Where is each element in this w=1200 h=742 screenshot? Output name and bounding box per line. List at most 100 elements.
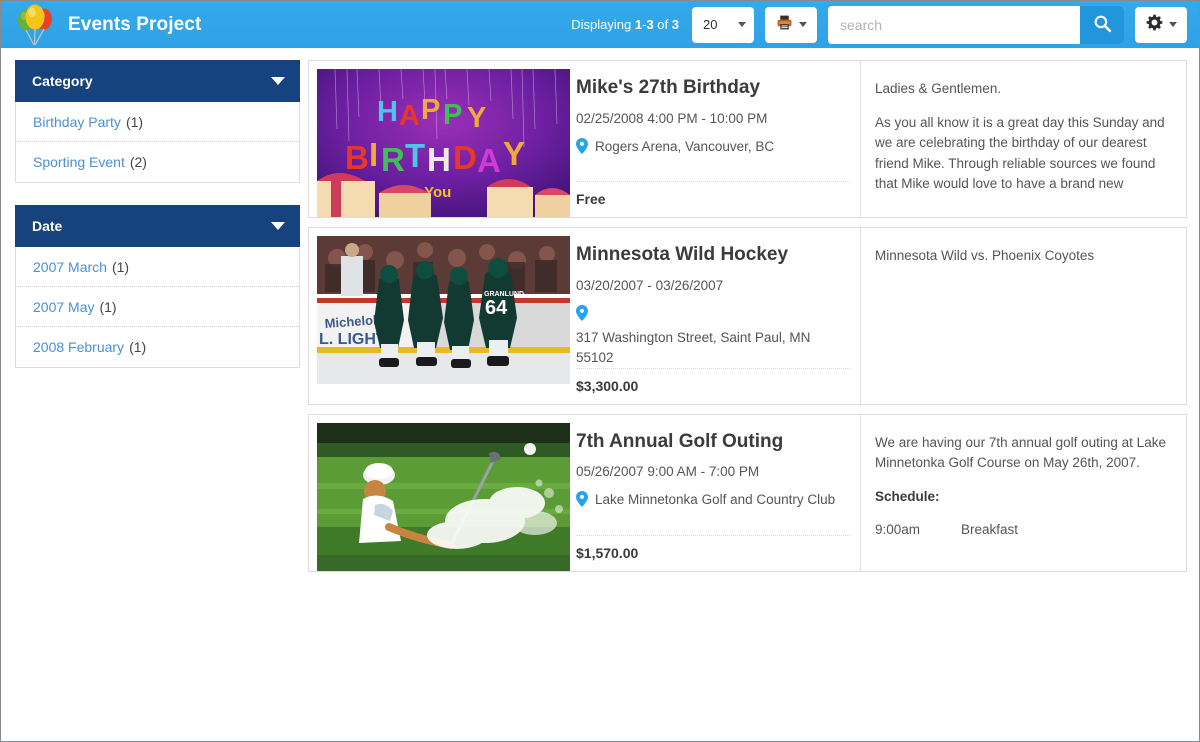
svg-text:Y: Y bbox=[467, 102, 486, 134]
event-title: 7th Annual Golf Outing bbox=[576, 431, 850, 453]
page-content: Category Birthday Party (1) Sporting Eve… bbox=[1, 48, 1199, 581]
event-title: Minnesota Wild Hockey bbox=[576, 244, 850, 266]
chevron-down-icon bbox=[1169, 22, 1177, 27]
page-size-value: 20 bbox=[703, 17, 717, 32]
svg-text:I: I bbox=[369, 136, 378, 173]
event-title: Mike's 27th Birthday bbox=[576, 77, 850, 99]
facet-item-2007-may[interactable]: 2007 May (1) bbox=[16, 287, 299, 327]
header-toolbar: Displaying 1-3 of 3 20 bbox=[571, 6, 1187, 44]
map-pin-icon bbox=[576, 491, 588, 513]
facet-link[interactable]: Sporting Event bbox=[33, 154, 125, 170]
svg-text:L. LIGHT: L. LIGHT bbox=[319, 331, 386, 348]
event-details: 7th Annual Golf Outing 05/26/2007 9:00 A… bbox=[562, 415, 860, 571]
settings-button[interactable] bbox=[1135, 7, 1187, 43]
search-button[interactable] bbox=[1080, 6, 1124, 44]
displaying-from: 1 bbox=[635, 17, 642, 32]
svg-text:H: H bbox=[427, 141, 451, 178]
app-window: Events Project Displaying 1-3 of 3 20 bbox=[0, 0, 1200, 742]
facet-item-2008-february[interactable]: 2008 February (1) bbox=[16, 327, 299, 367]
facet-link[interactable]: 2007 May bbox=[33, 299, 94, 315]
schedule-time: 9:00am bbox=[875, 520, 937, 541]
chevron-down-icon bbox=[738, 22, 746, 27]
event-date: 03/20/2007 - 03/26/2007 bbox=[576, 278, 850, 293]
event-location: Lake Minnetonka Golf and Country Club bbox=[576, 490, 850, 513]
displaying-of: of bbox=[657, 17, 668, 32]
hockey-photo: Michelob L. LIGHT bbox=[317, 236, 570, 384]
facet-item-2007-march[interactable]: 2007 March (1) bbox=[16, 247, 299, 287]
facet-panel-category-body: Birthday Party (1) Sporting Event (2) bbox=[15, 102, 300, 183]
golf-photo bbox=[317, 423, 570, 571]
event-description-paragraph: Minnesota Wild vs. Phoenix Coyotes bbox=[875, 246, 1172, 267]
facet-link[interactable]: Birthday Party bbox=[33, 114, 121, 130]
facet-link[interactable]: 2008 February bbox=[33, 339, 124, 355]
event-description-paragraph: We are having our 7th annual golf outing… bbox=[875, 433, 1172, 474]
app-title: Events Project bbox=[68, 14, 201, 36]
facet-panel-category-header[interactable]: Category bbox=[15, 60, 300, 102]
event-price: $3,300.00 bbox=[576, 368, 850, 404]
event-price: Free bbox=[576, 181, 850, 217]
event-location: 317 Washington Street, Saint Paul, MN 55… bbox=[576, 304, 850, 368]
caret-down-icon bbox=[271, 222, 285, 230]
svg-text:H: H bbox=[377, 96, 398, 128]
svg-text:A: A bbox=[399, 100, 420, 132]
balloons-icon bbox=[15, 3, 55, 47]
event-card[interactable]: 7th Annual Golf Outing 05/26/2007 9:00 A… bbox=[308, 414, 1187, 572]
facet-panel-date-body: 2007 March (1) 2007 May (1) 2008 Februar… bbox=[15, 247, 300, 368]
event-description-paragraph: As you all know it is a great day this S… bbox=[875, 113, 1172, 195]
gear-icon bbox=[1146, 14, 1163, 36]
facet-count: (1) bbox=[112, 259, 129, 275]
map-pin-icon bbox=[576, 305, 850, 327]
svg-text:P: P bbox=[443, 99, 462, 131]
facet-panel-date: Date 2007 March (1) 2007 May (1) 2008 Fe… bbox=[15, 205, 300, 368]
svg-text:A: A bbox=[477, 142, 501, 179]
svg-text:B: B bbox=[345, 139, 369, 176]
event-schedule-row: 9:00am Breakfast bbox=[875, 520, 1172, 541]
facet-count: (1) bbox=[99, 299, 116, 315]
displaying-status: Displaying 1-3 of 3 bbox=[571, 17, 679, 32]
search-input[interactable] bbox=[828, 6, 1080, 44]
magnifier-icon bbox=[1093, 14, 1112, 36]
event-thumbnail: Michelob L. LIGHT bbox=[309, 228, 562, 404]
event-description: Ladies & Gentlemen. As you all know it i… bbox=[860, 61, 1186, 217]
event-location-text: Lake Minnetonka Golf and Country Club bbox=[595, 490, 835, 510]
birthday-photo: H A P P Y B I R T H bbox=[317, 69, 570, 217]
facet-sidebar: Category Birthday Party (1) Sporting Eve… bbox=[15, 60, 300, 390]
facet-panel-category-title: Category bbox=[32, 73, 93, 89]
displaying-to: 3 bbox=[646, 17, 653, 32]
facet-item-sporting-event[interactable]: Sporting Event (2) bbox=[16, 142, 299, 182]
event-location: Rogers Arena, Vancouver, BC bbox=[576, 137, 850, 160]
svg-text:P: P bbox=[421, 94, 440, 126]
displaying-total: 3 bbox=[672, 17, 679, 32]
facet-link[interactable]: 2007 March bbox=[33, 259, 107, 275]
facet-panel-date-header[interactable]: Date bbox=[15, 205, 300, 247]
chevron-down-icon bbox=[799, 22, 807, 27]
facet-panel-date-title: Date bbox=[32, 218, 62, 234]
facet-count: (2) bbox=[130, 154, 147, 170]
event-schedule-title: Schedule: bbox=[875, 487, 1172, 508]
brand: Events Project bbox=[15, 3, 201, 47]
svg-text:D: D bbox=[453, 139, 477, 176]
event-price: $1,570.00 bbox=[576, 535, 850, 571]
page-size-select[interactable]: 20 bbox=[692, 7, 754, 43]
event-thumbnail bbox=[309, 415, 562, 571]
facet-count: (1) bbox=[129, 339, 146, 355]
facet-count: (1) bbox=[126, 114, 143, 130]
event-card[interactable]: H A P P Y B I R T H bbox=[308, 60, 1187, 218]
event-description: Minnesota Wild vs. Phoenix Coyotes bbox=[860, 228, 1186, 404]
search-box bbox=[828, 6, 1124, 44]
displaying-prefix: Displaying bbox=[571, 17, 631, 32]
svg-text:R: R bbox=[381, 141, 405, 178]
map-pin-icon bbox=[576, 138, 588, 160]
event-description-paragraph: Ladies & Gentlemen. bbox=[875, 79, 1172, 100]
facet-item-birthday-party[interactable]: Birthday Party (1) bbox=[16, 102, 299, 142]
facet-panel-category: Category Birthday Party (1) Sporting Eve… bbox=[15, 60, 300, 183]
app-header: Events Project Displaying 1-3 of 3 20 bbox=[1, 1, 1199, 48]
print-button[interactable] bbox=[765, 7, 817, 43]
event-location-text: Rogers Arena, Vancouver, BC bbox=[595, 137, 774, 157]
event-card[interactable]: Michelob L. LIGHT bbox=[308, 227, 1187, 405]
caret-down-icon bbox=[271, 77, 285, 85]
schedule-activity: Breakfast bbox=[961, 520, 1018, 541]
event-date: 02/25/2008 4:00 PM - 10:00 PM bbox=[576, 111, 850, 126]
event-details: Mike's 27th Birthday 02/25/2008 4:00 PM … bbox=[562, 61, 860, 217]
svg-text:Y: Y bbox=[503, 135, 525, 172]
